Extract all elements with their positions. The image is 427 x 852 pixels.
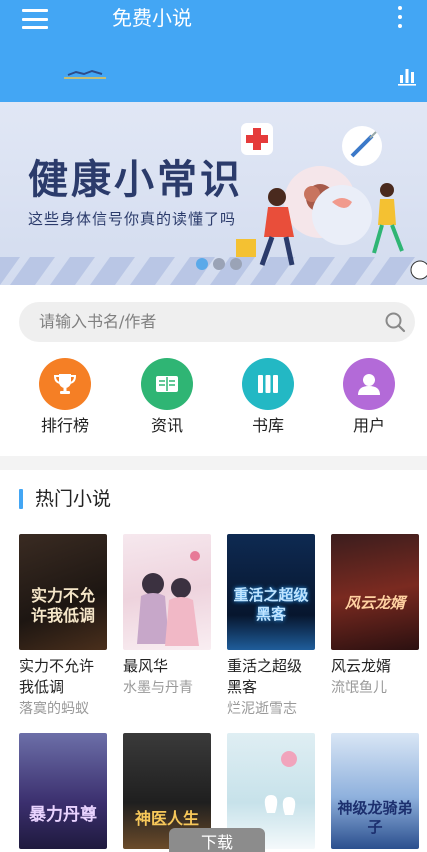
cover-title: 重活之超级黑客 — [233, 586, 309, 623]
book-cover: 暴力丹尊 — [19, 733, 107, 849]
entry-news[interactable]: 资讯 — [137, 358, 197, 437]
search-input[interactable]: 请输入书名/作者 — [19, 302, 415, 342]
pager-dot[interactable] — [213, 258, 225, 270]
cover-title: 神医人生 — [134, 809, 199, 828]
entry-user[interactable]: 用户 — [339, 358, 399, 437]
book-title-line: 最风华 — [123, 657, 169, 675]
bar-chart-icon[interactable] — [397, 66, 417, 86]
bookshelf-icon — [242, 358, 294, 410]
book-cover: 重活之超级黑客 — [227, 534, 315, 650]
book-title: 最风华 — [123, 656, 211, 677]
pager-dot[interactable] — [230, 258, 242, 270]
book-title-line: 重活之超级 — [227, 657, 303, 675]
book-card[interactable]: 重活之超级黑客 重活之超级 黑客 烂泥逝雪志 — [227, 534, 315, 719]
entry-library[interactable]: 书库 — [238, 358, 298, 437]
app-bar: 免费小说 — [0, 0, 427, 102]
section-accent-bar — [19, 489, 23, 509]
entry-label: 排行榜 — [40, 416, 89, 435]
more-vert-icon[interactable] — [394, 6, 406, 28]
book-card[interactable]: 风云龙婿 风云龙婿 流氓鱼儿 — [331, 534, 419, 698]
entry-ranking[interactable]: 排行榜 — [35, 358, 95, 437]
user-icon — [343, 358, 395, 410]
book-title-line: 实力不允许 — [19, 657, 95, 675]
book-author: 落寞的蚂蚁 — [19, 701, 89, 717]
book-cover: 神级龙骑弟子 — [331, 733, 419, 849]
entry-label: 用户 — [352, 416, 385, 435]
book-author: 水墨与丹青 — [123, 680, 193, 696]
app-title: 免费小说 — [112, 6, 192, 30]
app-logo-icon — [64, 69, 106, 79]
book-title: 风云龙婿 — [331, 656, 419, 677]
banner-pager — [196, 258, 242, 270]
pager-dot[interactable] — [196, 258, 208, 270]
download-toast: 下载 — [169, 828, 265, 852]
book-title: 重活之超级 黑客 — [227, 656, 315, 698]
book-title: 实力不允许 我低调 — [19, 656, 107, 698]
search-placeholder: 请输入书名/作者 — [39, 312, 157, 331]
cover-title: 实力不允许我低调 — [30, 586, 95, 625]
section-divider — [0, 456, 427, 470]
open-book-icon — [141, 358, 193, 410]
book-title-line: 风云龙婿 — [331, 657, 392, 675]
book-card[interactable]: 暴力丹尊 — [19, 733, 107, 849]
cover-title: 暴力丹尊 — [29, 805, 97, 825]
cover-title: 神级龙骑弟子 — [337, 799, 413, 836]
book-author: 烂泥逝雪志 — [227, 701, 297, 717]
banner-headline: 健康小常识 — [28, 157, 243, 203]
banner-subline: 这些身体信号你真的读懂了吗 — [28, 210, 237, 228]
book-card[interactable]: 最风华 水墨与丹青 — [123, 534, 211, 698]
section-title: 热门小说 — [35, 488, 112, 510]
book-cover — [123, 534, 211, 650]
cover-title: 风云龙婿 — [344, 594, 405, 612]
book-card[interactable]: 神级龙骑弟子 — [331, 733, 419, 849]
entry-label: 书库 — [251, 416, 284, 435]
trophy-icon — [39, 358, 91, 410]
book-cover: 实力不允许我低调 — [19, 534, 107, 650]
book-card[interactable]: 实力不允许我低调 实力不允许 我低调 落寞的蚂蚁 — [19, 534, 107, 719]
book-title-line: 黑客 — [227, 678, 258, 696]
book-cover: 风云龙婿 — [331, 534, 419, 650]
book-title-line: 我低调 — [19, 678, 65, 696]
menu-icon[interactable] — [22, 9, 48, 29]
book-author: 流氓鱼儿 — [331, 680, 387, 696]
search-icon[interactable] — [384, 311, 406, 333]
entry-label: 资讯 — [150, 416, 183, 435]
